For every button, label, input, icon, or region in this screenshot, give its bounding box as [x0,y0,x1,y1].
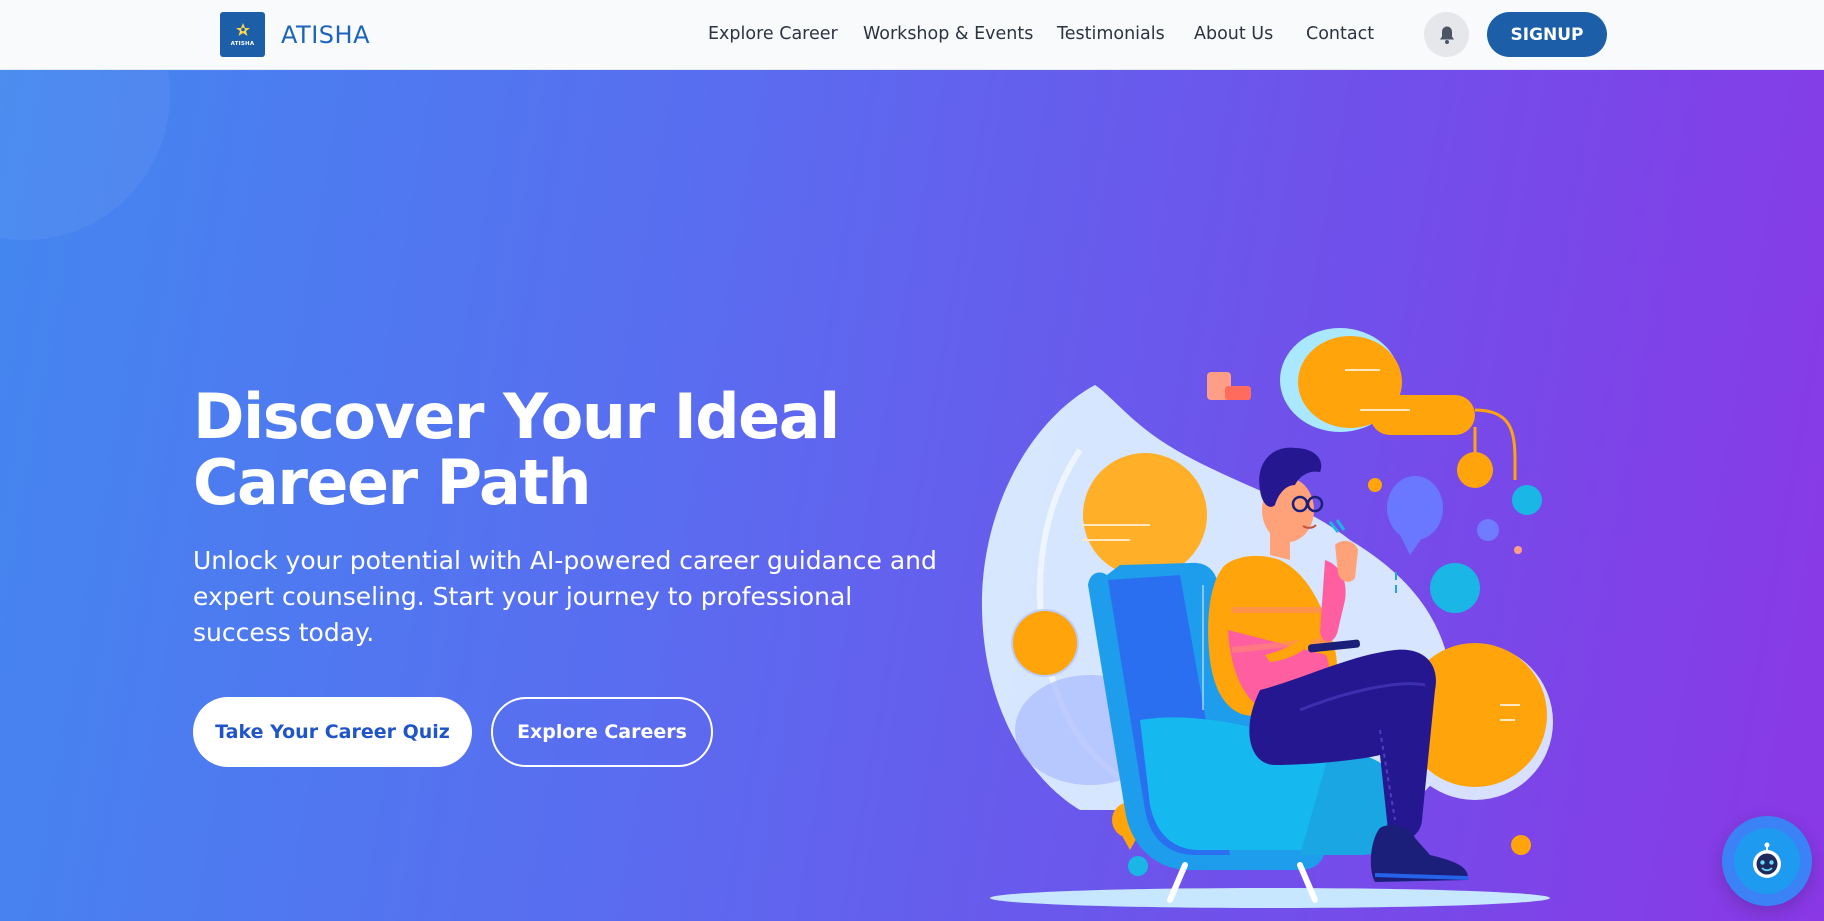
notifications-button[interactable] [1424,12,1469,57]
nav-contact[interactable]: Contact [1306,24,1374,44]
hero-title-line-1: Discover Your Ideal [193,380,840,453]
take-career-quiz-button[interactable]: Take Your Career Quiz [193,697,472,767]
chatbot-launcher-button[interactable] [1722,816,1812,906]
top-navbar: ATISHA ATISHA Explore Career Workshop & … [0,0,1824,70]
nav-workshop-events[interactable]: Workshop & Events [863,24,1033,44]
robot-icon [1753,842,1781,878]
signup-button[interactable]: SIGNUP [1487,12,1607,57]
decorative-circle [0,70,170,240]
hero-title-line-2: Career Path [193,446,592,519]
bell-icon [1439,26,1454,44]
explore-careers-button[interactable]: Explore Careers [491,697,713,767]
chatbot-avatar [1734,828,1800,894]
nav-explore-career[interactable]: Explore Career [708,24,838,44]
hero-section: Discover Your Ideal Career Path Unlock y… [0,70,1824,921]
nav-about-us[interactable]: About Us [1194,24,1273,44]
hero-title: Discover Your Ideal Career Path [193,384,953,516]
hero-subtitle: Unlock your potential with AI-powered ca… [193,546,937,647]
nav-testimonials[interactable]: Testimonials [1057,24,1165,44]
career-illustration [981,328,1553,908]
